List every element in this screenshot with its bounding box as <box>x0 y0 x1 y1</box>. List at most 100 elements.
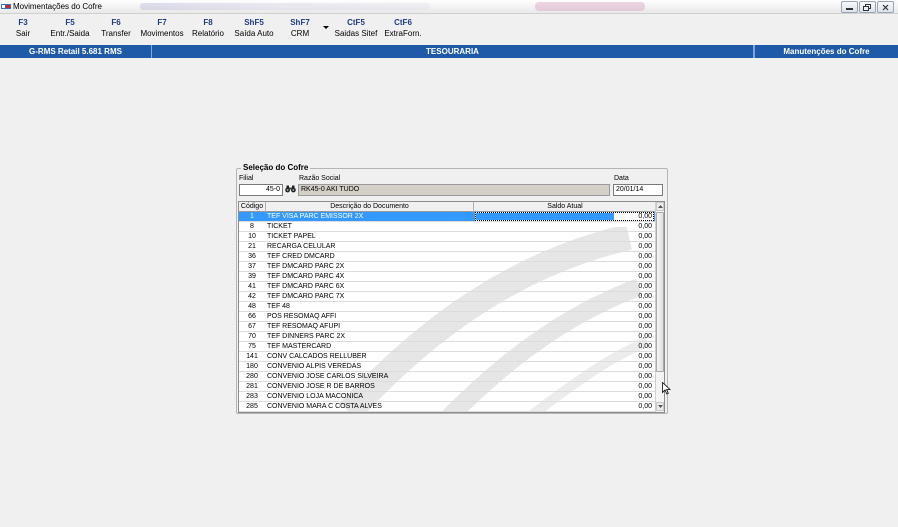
window-controls <box>841 1 894 13</box>
minimize-button[interactable] <box>841 1 858 13</box>
minimize-icon <box>846 7 853 10</box>
cell-codigo: 141 <box>246 353 258 360</box>
cell-saldo: 0,00 <box>638 343 652 350</box>
header-saldo[interactable]: Saldo Atual <box>474 202 656 212</box>
cell-codigo: 41 <box>248 283 256 290</box>
cell-codigo: 70 <box>248 333 256 340</box>
cell-saldo: 0,00 <box>638 383 652 390</box>
cell-saldo: 0,00 <box>638 363 652 370</box>
toolbar-button-movimentos[interactable]: F7 Movimentos <box>138 17 186 39</box>
cell-codigo: 285 <box>246 403 258 410</box>
title-bar: Movimentações do Cofre <box>0 0 898 14</box>
cell-codigo: 180 <box>246 363 258 370</box>
cell-codigo: 37 <box>248 263 256 270</box>
cell-codigo: 42 <box>248 293 256 300</box>
table-row[interactable]: 10 TICKET PAPEL 0,00 <box>239 232 656 242</box>
cell-descricao: POS RESOMAQ AFFI <box>267 313 337 320</box>
toolbar-dropdown-arrow-icon[interactable] <box>323 26 329 29</box>
table-row[interactable]: 180 CONVENIO ALPIS VEREDAS 0,00 <box>239 362 656 372</box>
cell-codigo: 281 <box>246 383 258 390</box>
cell-descricao: TICKET <box>267 223 292 230</box>
app-icon <box>1 4 11 9</box>
toolbar-label: Saidas Sitef <box>334 29 378 38</box>
cell-saldo: 0,00 <box>638 353 652 360</box>
arrow-down-icon <box>657 405 663 408</box>
cell-descricao: CONVENIO MARA C COSTA ALVES <box>267 403 382 410</box>
table-row[interactable]: 281 CONVENIO JOSE R DE BARROS 0,00 <box>239 382 656 392</box>
toolbar-button-saida-auto[interactable]: ShF5 Saída Auto <box>232 17 276 39</box>
toolbar-label: ExtraForn. <box>384 29 422 38</box>
close-button[interactable] <box>877 1 894 13</box>
table-row[interactable]: 280 CONVENIO JOSE CARLOS SILVEIRA 0,00 <box>239 372 656 382</box>
screen-name: Manutenções do Cofre <box>754 45 898 58</box>
cell-codigo: 1 <box>250 213 254 220</box>
scroll-up-button[interactable] <box>656 202 664 211</box>
table-row[interactable]: 141 CONV CALCADOS RELLUBER 0,00 <box>239 352 656 362</box>
toolbar-button-transfer[interactable]: F6 Transfer <box>100 17 132 39</box>
table-row[interactable]: 21 RECARGA CELULAR 0,00 <box>239 242 656 252</box>
toolbar-button-sair[interactable]: F3 Sair <box>12 17 34 39</box>
razao-social-field: RK45-0 AKI TUDO <box>298 184 610 196</box>
table-row[interactable]: 67 TEF RESOMAQ AFUPI 0,00 <box>239 322 656 332</box>
table-row[interactable]: 283 CONVENIO LOJA MACONICA 0,00 <box>239 392 656 402</box>
table-row[interactable]: 66 POS RESOMAQ AFFI 0,00 <box>239 312 656 322</box>
cell-codigo: 39 <box>248 273 256 280</box>
blurred-title-region-2 <box>535 2 645 11</box>
table-row[interactable]: 8 TICKET 0,00 <box>239 222 656 232</box>
cell-descricao: CONVENIO JOSE CARLOS SILVEIRA <box>267 373 389 380</box>
cell-descricao: TEF MASTERCARD <box>267 343 332 350</box>
cell-descricao: CONVENIO JOSE R DE BARROS <box>267 383 375 390</box>
scroll-down-button[interactable] <box>656 402 664 411</box>
filial-label: Filial <box>239 175 254 182</box>
cell-codigo: 10 <box>248 233 256 240</box>
cell-saldo: 0,00 <box>638 293 652 300</box>
data-field[interactable]: 20/01/14 <box>613 184 663 196</box>
table-row[interactable]: 75 TEF MASTERCARD 0,00 <box>239 342 656 352</box>
table-row[interactable]: 41 TEF DMCARD PARC 6X 0,00 <box>239 282 656 292</box>
vertical-scrollbar[interactable] <box>655 202 664 412</box>
cell-saldo: 0,00 <box>638 233 652 240</box>
cell-saldo: 0,00 <box>638 373 652 380</box>
cell-saldo: 0,00 <box>638 263 652 270</box>
table-row[interactable]: 48 TEF 48 0,00 <box>239 302 656 312</box>
toolbar-label: CRM <box>290 29 310 38</box>
cell-saldo: 0,00 <box>638 313 652 320</box>
cell-descricao: RECARGA CELULAR <box>267 243 336 250</box>
toolbar-key: CtF5 <box>347 18 365 27</box>
header-descricao[interactable]: Descrição do Documento <box>266 202 474 212</box>
cell-saldo: 0,00 <box>638 323 652 330</box>
toolbar-label: Entr./Saida <box>50 29 90 38</box>
toolbar-label: Saída Auto <box>234 29 274 38</box>
table-row[interactable]: 39 TEF DMCARD PARC 4X 0,00 <box>239 272 656 282</box>
toolbar-button-crm[interactable]: ShF7 CRM <box>286 17 314 39</box>
cell-descricao: TEF DMCARD PARC 2X <box>267 263 345 270</box>
toolbar-key: F8 <box>203 18 213 27</box>
cofre-documents-grid[interactable]: Código Descrição do Documento Saldo Atua… <box>238 201 665 413</box>
table-row[interactable]: 285 CONVENIO MARA C COSTA ALVES 0,00 <box>239 402 656 412</box>
filial-field[interactable]: 45-0 <box>239 184 283 196</box>
toolbar-button-extraforn[interactable]: CtF6 ExtraForn. <box>382 17 424 39</box>
grid-header: Código Descrição do Documento Saldo Atua… <box>239 202 656 212</box>
cell-descricao: CONVENIO ALPIS VEREDAS <box>267 363 362 370</box>
toolbar-label: Sair <box>15 29 31 38</box>
scrollbar-thumb[interactable] <box>656 212 664 372</box>
toolbar-button-relatorio[interactable]: F8 Relatório <box>190 17 226 39</box>
blurred-title-region <box>140 3 430 10</box>
table-row[interactable]: 70 TEF DINNERS PARC 2X 0,00 <box>239 332 656 342</box>
toolbar-button-entrada-saida[interactable]: F5 Entr./Saida <box>48 17 92 39</box>
table-row[interactable]: 37 TEF DMCARD PARC 2X 0,00 <box>239 262 656 272</box>
toolbar-key: F3 <box>18 18 28 27</box>
search-binoculars-button[interactable] <box>284 183 297 195</box>
table-row[interactable]: 42 TEF DMCARD PARC 7X 0,00 <box>239 292 656 302</box>
table-row[interactable]: 36 TEF CRED DMCARD 0,00 <box>239 252 656 262</box>
cell-saldo: 0,00 <box>638 393 652 400</box>
status-bar: G-RMS Retail 5.681 RMS TESOURARIA Manute… <box>0 45 898 58</box>
table-row[interactable]: 1 TEF VISA PARC EMISSOR 2X 0,00 <box>239 212 656 222</box>
header-codigo[interactable]: Código <box>239 202 266 212</box>
cell-saldo[interactable]: 0,00 <box>475 212 654 221</box>
restore-button[interactable] <box>859 1 876 13</box>
mouse-cursor-icon <box>662 382 671 395</box>
toolbar-button-saidas-sitef[interactable]: CtF5 Saidas Sitef <box>334 17 378 39</box>
toolbar-label: Movimentos <box>140 29 184 38</box>
cell-descricao: TEF DINNERS PARC 2X <box>267 333 346 340</box>
